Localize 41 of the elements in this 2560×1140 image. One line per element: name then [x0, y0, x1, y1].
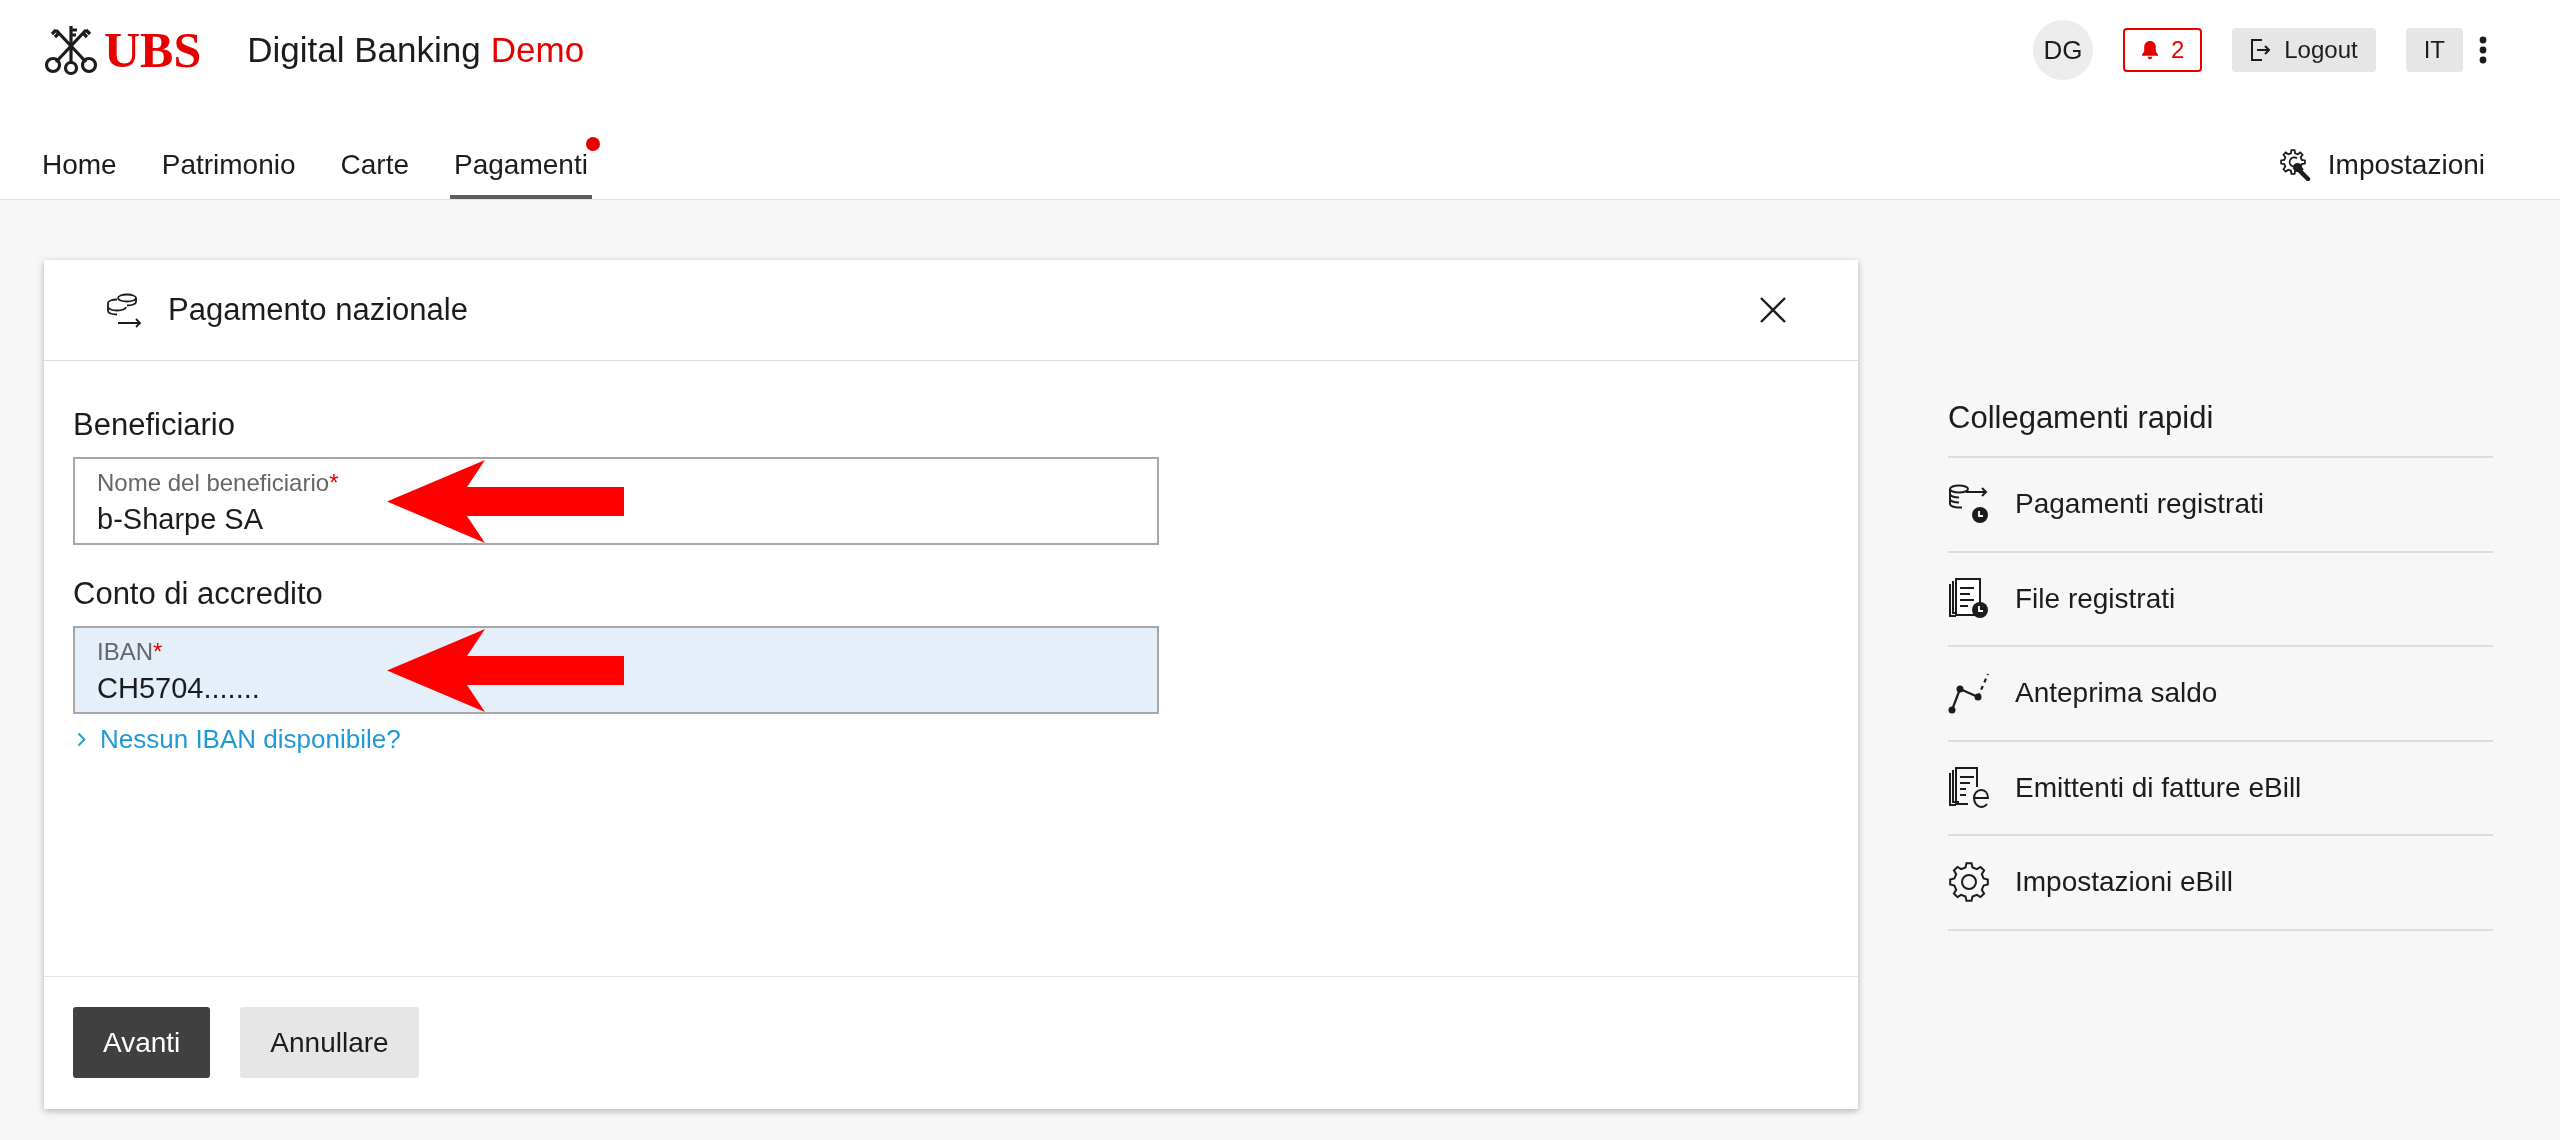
field-value[interactable]: b-Sharpe SA [97, 501, 357, 537]
settings-link[interactable]: Impostazioni [2279, 135, 2485, 199]
field-label: IBAN* [97, 638, 163, 666]
user-avatar[interactable]: DG [2032, 20, 2093, 80]
quick-link[interactable]: Emittenti di fatture eBill [1948, 741, 2493, 836]
language-button[interactable]: IT [2405, 28, 2463, 72]
section-heading: Conto di accredito [73, 577, 323, 611]
coins-transfer-icon [106, 292, 144, 328]
dialog-title: Pagamento nazionale [168, 292, 468, 328]
documents-e-icon [1948, 766, 1990, 809]
quick-links-title: Collegamenti rapidi [1948, 400, 2214, 436]
chevron-icon [77, 731, 86, 747]
field-label: Nome del beneficiario* [97, 469, 339, 497]
field-value[interactable]: CH5704....... [97, 670, 357, 706]
brand-logo-text: UBS [104, 24, 202, 76]
documents-clock-icon [1948, 577, 1990, 620]
app-title: Digital Banking [247, 30, 481, 70]
quick-link[interactable]: Pagamenti registrati [1948, 458, 2493, 553]
cancel-button[interactable]: Annullare [240, 1007, 419, 1078]
coins-clock-icon [1948, 483, 1990, 526]
quick-link[interactable]: Impostazioni eBill [1948, 836, 2493, 931]
nav-tab[interactable]: Patrimonio [157, 135, 300, 199]
nav-tab[interactable]: Home [38, 135, 121, 199]
notifications-button[interactable]: 2 [2122, 28, 2203, 72]
section-heading: Beneficiario [73, 408, 235, 442]
logout-button[interactable]: Logout [2232, 28, 2376, 72]
more-menu-icon[interactable] [2479, 36, 2487, 64]
quick-link[interactable]: File registrati [1948, 552, 2493, 647]
close-icon[interactable] [1759, 296, 1787, 324]
nav-tab[interactable]: Carte [336, 135, 413, 199]
bell-icon [2140, 40, 2159, 60]
line-chart-icon [1948, 672, 1990, 715]
quick-link[interactable]: Anteprima saldo [1948, 647, 2493, 742]
keys-logo-icon [44, 24, 98, 76]
demo-label: Demo [490, 30, 585, 70]
input-field[interactable]: IBAN* CH5704....... [73, 626, 1159, 714]
gear-wrench-icon [2279, 149, 2312, 181]
settings-icon [1948, 861, 1990, 904]
next-button[interactable]: Avanti [73, 1007, 211, 1078]
input-field[interactable]: Nome del beneficiario* b-Sharpe SA [73, 457, 1159, 545]
logout-icon [2250, 39, 2271, 61]
